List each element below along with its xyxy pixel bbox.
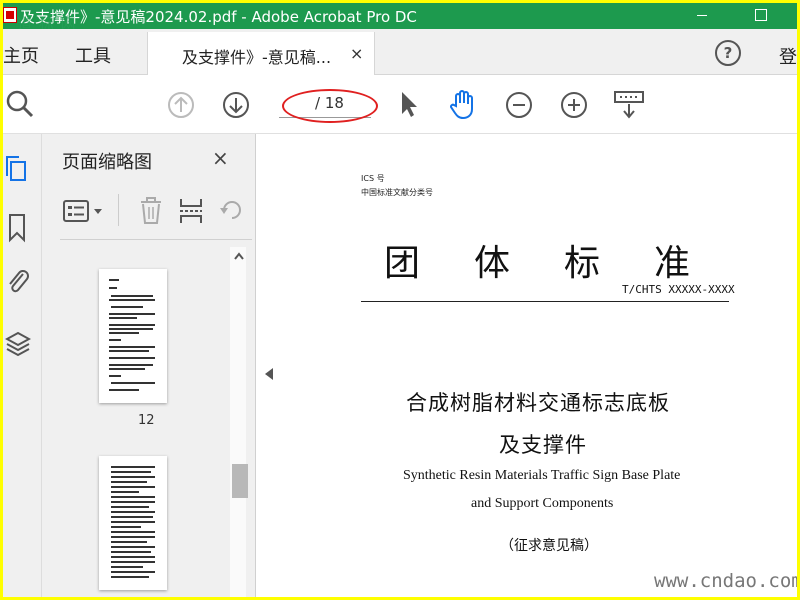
window-title: 及支撑件》-意见稿2024.02.pdf - Adobe Acrobat Pro…	[20, 8, 417, 26]
page-thumbnail-12[interactable]	[99, 269, 167, 403]
attachment-icon[interactable]	[5, 266, 31, 298]
highlight-ellipse	[282, 89, 378, 123]
navigation-rail	[3, 134, 42, 597]
acrobat-window: 及支撑件》-意见稿2024.02.pdf - Adobe Acrobat Pro…	[3, 3, 797, 597]
title-bar: 及支撑件》-意见稿2024.02.pdf - Adobe Acrobat Pro…	[3, 3, 797, 33]
document-page: ICS 号 中国标准文献分类号 团体标准 T/CHTS XXXXX-XXXX 合…	[280, 134, 797, 597]
page-thumbnails-icon[interactable]	[5, 154, 31, 186]
delete-icon[interactable]	[138, 196, 164, 226]
maximize-button[interactable]	[744, 3, 778, 29]
tab-label: 及支撑件》-意见稿...	[182, 48, 332, 67]
site-watermark: www.cndao.com	[654, 570, 797, 592]
classification-number: 中国标准文献分类号	[361, 188, 433, 197]
pdf-file-icon	[3, 7, 17, 23]
heading-rule	[361, 301, 729, 302]
minimize-button[interactable]	[685, 3, 719, 29]
scroll-up-icon[interactable]	[233, 251, 245, 261]
insert-page-icon[interactable]	[178, 196, 204, 226]
rotate-icon[interactable]	[218, 196, 244, 226]
draft-label: （征求意见稿）	[500, 538, 598, 554]
options-menu-icon[interactable]	[62, 198, 106, 224]
help-button[interactable]: ?	[715, 40, 741, 66]
document-tab[interactable]: 及支撑件》-意见稿... ×	[147, 32, 375, 75]
next-page-icon[interactable]	[222, 91, 250, 119]
close-panel-button[interactable]: ×	[212, 146, 229, 170]
title-en-line1: Synthetic Resin Materials Traffic Sign B…	[403, 468, 681, 483]
document-viewer: ICS 号 中国标准文献分类号 团体标准 T/CHTS XXXXX-XXXX 合…	[280, 134, 797, 597]
title-cn-line1: 合成树脂材料交通标志底板	[406, 391, 670, 415]
panel-title: 页面缩略图	[62, 152, 152, 173]
close-tab-button[interactable]: ×	[350, 44, 363, 63]
previous-page-icon[interactable]	[167, 91, 195, 119]
minimize-icon	[697, 14, 707, 16]
maximize-icon	[755, 9, 767, 21]
scrollbar-thumb[interactable]	[232, 464, 248, 498]
toolbar-separator	[118, 194, 119, 226]
sign-in-link[interactable]: 登	[779, 43, 797, 69]
thumbnail-panel: 页面缩略图 × 12	[42, 134, 256, 597]
thumbnail-page-label: 12	[138, 413, 155, 428]
title-cn-line2: 及支撑件	[499, 433, 587, 457]
page-thumbnail-13[interactable]	[99, 456, 167, 590]
layers-icon[interactable]	[5, 329, 31, 361]
menu-tools[interactable]: 工具	[75, 42, 111, 68]
menu-home[interactable]: 主页	[3, 42, 39, 68]
tab-bar: 主页 工具 及支撑件》-意见稿... × ? 登	[3, 29, 797, 75]
keyboard-icon[interactable]	[613, 90, 645, 120]
hand-tool-icon[interactable]	[448, 88, 478, 120]
search-zoom-icon[interactable]	[5, 89, 35, 119]
standard-number: T/CHTS XXXXX-XXXX	[622, 283, 735, 296]
document-heading: 团体标准	[384, 243, 745, 284]
panel-divider	[60, 239, 252, 240]
ics-number: ICS 号	[361, 174, 385, 183]
main-toolbar: / 18	[3, 75, 797, 134]
thumbnail-scrollbar[interactable]	[230, 247, 246, 597]
bookmark-icon[interactable]	[5, 212, 31, 244]
collapse-panel-icon[interactable]	[265, 368, 273, 380]
zoom-in-icon[interactable]	[560, 91, 588, 119]
title-en-line2: and Support Components	[471, 496, 614, 511]
select-cursor-icon[interactable]	[397, 89, 421, 119]
zoom-out-icon[interactable]	[505, 91, 533, 119]
